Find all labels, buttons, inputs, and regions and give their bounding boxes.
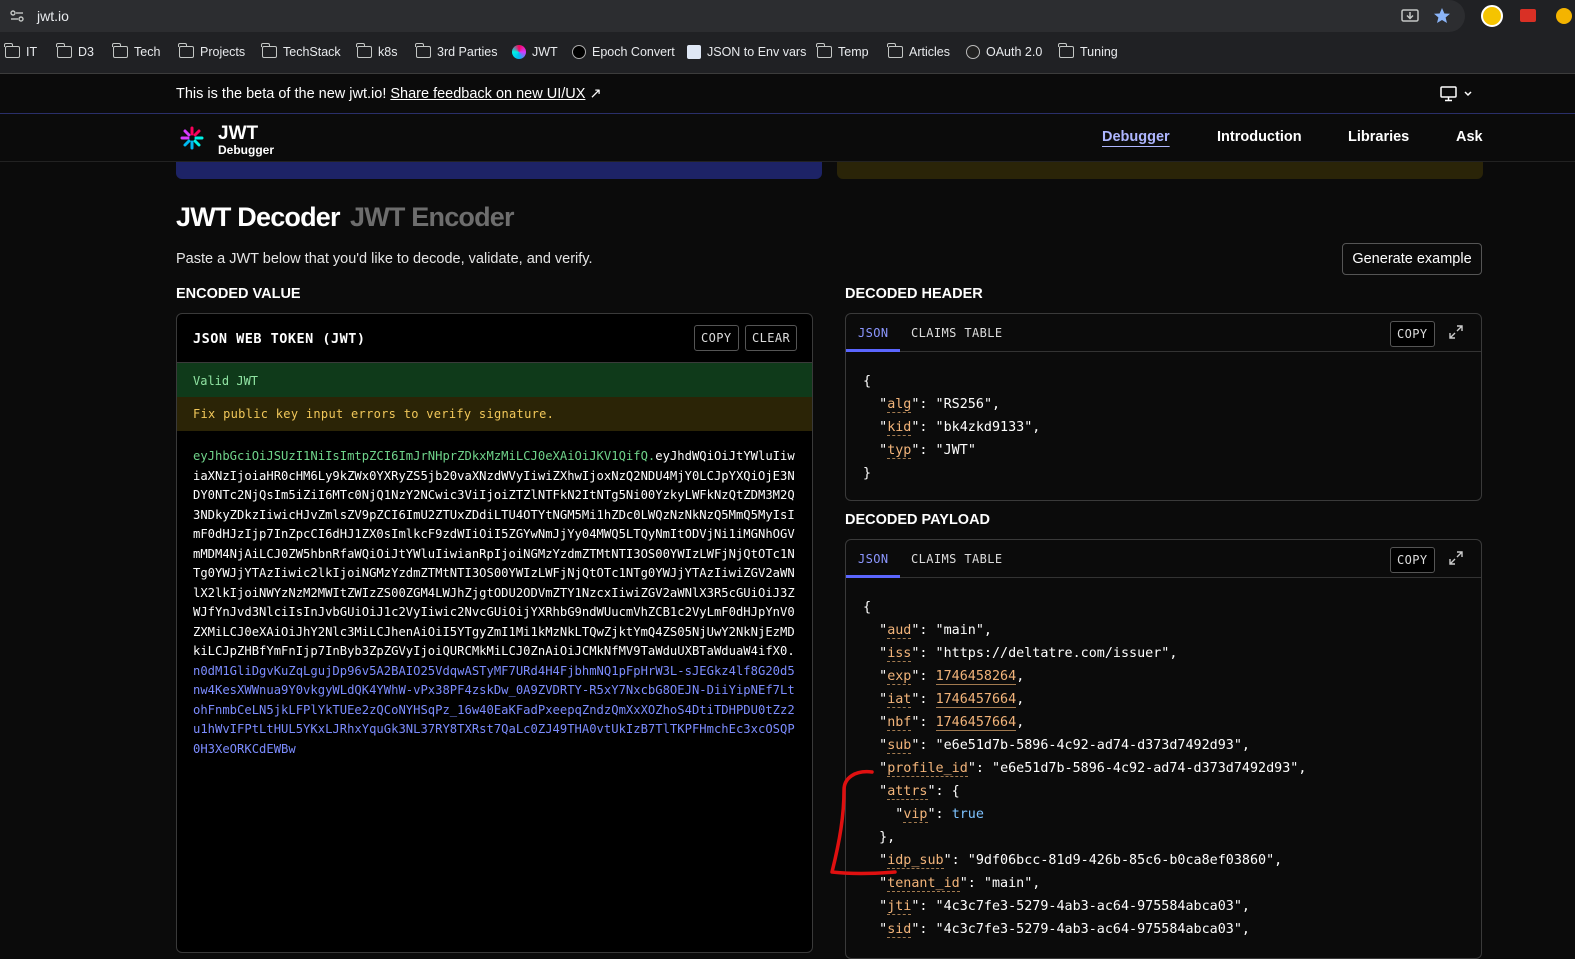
external-link-icon: ↗ bbox=[585, 86, 602, 102]
info-card-left bbox=[176, 162, 822, 179]
header-tab-claims[interactable]: CLAIMS TABLE bbox=[911, 326, 1003, 340]
url-text: jwt.io bbox=[37, 8, 69, 24]
active-tab-underline bbox=[846, 575, 900, 578]
decoded-header-panel: JSON CLAIMS TABLE COPY { "alg": "RS256",… bbox=[845, 313, 1482, 501]
valid-jwt-status: Valid JWT bbox=[177, 362, 812, 397]
folder-icon bbox=[4, 43, 20, 58]
epoch-favicon-icon bbox=[572, 45, 586, 59]
decoder-tab-title[interactable]: JWT Decoder bbox=[176, 202, 341, 233]
nav-debugger[interactable]: Debugger bbox=[1102, 129, 1170, 145]
decoded-header-label: DECODED HEADER bbox=[845, 286, 983, 302]
decoded-payload-panel: JSON CLAIMS TABLE COPY { "aud": "main", … bbox=[845, 539, 1482, 959]
encoded-panel: JSON WEB TOKEN (JWT) COPY CLEAR Valid JW… bbox=[176, 313, 813, 953]
folder-icon bbox=[415, 43, 431, 58]
bookmarks-bar: IT D3 Tech Projects TechStack k8s 3rd Pa… bbox=[0, 34, 1575, 74]
header-tab-json[interactable]: JSON bbox=[858, 326, 889, 340]
extension-icon[interactable] bbox=[1520, 9, 1536, 22]
folder-icon bbox=[356, 43, 372, 58]
folder-icon bbox=[816, 43, 832, 58]
profile-avatar[interactable] bbox=[1481, 5, 1503, 27]
folder-icon bbox=[178, 43, 194, 58]
decoded-header-json: { "alg": "RS256", "kid": "bk4zkd9133", "… bbox=[863, 374, 1041, 481]
bookmark-d3[interactable]: D3 bbox=[56, 43, 94, 59]
bookmark-projects[interactable]: Projects bbox=[178, 43, 245, 59]
copy-payload-button[interactable]: COPY bbox=[1390, 547, 1435, 573]
signature-warning: Fix public key input errors to verify si… bbox=[177, 397, 812, 431]
beta-banner: This is the beta of the new jwt.io! Share… bbox=[0, 74, 1575, 114]
payload-tab-claims[interactable]: CLAIMS TABLE bbox=[911, 552, 1003, 566]
info-card-right bbox=[837, 162, 1483, 179]
jwt-favicon-icon bbox=[512, 45, 526, 59]
jwt-token-input[interactable]: eyJhbGciOiJSUzI1NiIsImtpZCI6ImJrNHprZDkx… bbox=[193, 447, 798, 759]
token-header-part: eyJhbGciOiJSUzI1NiIsImtpZCI6ImJrNHprZDkx… bbox=[193, 449, 656, 463]
jwt-logo-icon[interactable] bbox=[180, 126, 204, 150]
browser-toolbar: jwt.io bbox=[0, 0, 1575, 34]
bookmark-oauth[interactable]: OAuth 2.0 bbox=[966, 45, 1042, 59]
clear-jwt-button[interactable]: CLEAR bbox=[745, 325, 798, 351]
address-bar[interactable]: jwt.io bbox=[0, 0, 1465, 32]
folder-icon bbox=[261, 43, 277, 58]
site-header: JWT Debugger Debugger Introduction Libra… bbox=[0, 114, 1575, 162]
bookmark-3rd-parties[interactable]: 3rd Parties bbox=[415, 43, 497, 59]
bookmark-tuning[interactable]: Tuning bbox=[1058, 43, 1118, 59]
folder-icon bbox=[56, 43, 72, 58]
token-payload-part: eyJhdWQiOiJtYWluIiwiaXNzIjoiaHR0cHM6Ly9k… bbox=[193, 449, 795, 658]
header-tabbar: JSON CLAIMS TABLE COPY bbox=[846, 314, 1481, 352]
feedback-link[interactable]: Share feedback on new UI/UX bbox=[390, 86, 585, 102]
page-subtitle: Paste a JWT below that you'd like to dec… bbox=[176, 251, 593, 267]
copy-header-button[interactable]: COPY bbox=[1390, 321, 1435, 347]
install-app-icon[interactable] bbox=[1400, 6, 1420, 26]
site-settings-icon[interactable] bbox=[10, 9, 24, 23]
generate-example-button[interactable]: Generate example bbox=[1342, 243, 1482, 275]
encoded-section-label: ENCODED VALUE bbox=[176, 286, 301, 302]
bookmark-epoch-convert[interactable]: Epoch Convert bbox=[572, 45, 675, 59]
bookmark-temp[interactable]: Temp bbox=[816, 43, 869, 59]
banner-text: This is the beta of the new jwt.io! bbox=[176, 86, 387, 102]
bookmark-tech[interactable]: Tech bbox=[112, 43, 160, 59]
bookmark-json-to-env[interactable]: JSON to Env vars bbox=[687, 45, 806, 59]
copy-jwt-button[interactable]: COPY bbox=[694, 325, 739, 351]
decoded-payload-label: DECODED PAYLOAD bbox=[845, 512, 991, 528]
folder-icon bbox=[887, 43, 903, 58]
nav-introduction[interactable]: Introduction bbox=[1217, 129, 1302, 145]
doc-favicon-icon bbox=[687, 45, 701, 59]
decoded-payload-json: { "aud": "main", "iss": "https://deltatr… bbox=[863, 600, 1307, 938]
display-mode-icon[interactable] bbox=[1440, 86, 1474, 102]
oauth-favicon-icon bbox=[966, 45, 980, 59]
active-tab-underline bbox=[846, 349, 900, 352]
logo-title: JWT bbox=[218, 123, 259, 144]
logo-subtitle: Debugger bbox=[218, 143, 275, 157]
encoder-tab-title[interactable]: JWT Encoder bbox=[350, 202, 515, 233]
token-signature-part: n0dM1GliDgvKuZqLgujDp96v5A2BAIO25VdqwAST… bbox=[193, 663, 795, 756]
payload-tabbar: JSON CLAIMS TABLE COPY bbox=[846, 540, 1481, 578]
red-annotation-mark bbox=[830, 769, 897, 876]
nav-ask[interactable]: Ask bbox=[1456, 129, 1483, 145]
bookmark-star-icon[interactable] bbox=[1432, 6, 1452, 26]
bookmark-k8s[interactable]: k8s bbox=[356, 43, 397, 59]
folder-icon bbox=[1058, 43, 1074, 58]
nav-libraries[interactable]: Libraries bbox=[1348, 129, 1409, 145]
jwt-panel-title: JSON WEB TOKEN (JWT) bbox=[193, 331, 366, 347]
bookmark-it[interactable]: IT bbox=[4, 43, 37, 59]
expand-icon[interactable] bbox=[1449, 551, 1463, 565]
bookmark-techstack[interactable]: TechStack bbox=[261, 43, 341, 59]
payload-tab-json[interactable]: JSON bbox=[858, 552, 889, 566]
folder-icon bbox=[112, 43, 128, 58]
extension-icon-2[interactable] bbox=[1556, 8, 1572, 24]
bookmark-jwt[interactable]: JWT bbox=[512, 45, 558, 59]
bookmark-articles[interactable]: Articles bbox=[887, 43, 950, 59]
expand-icon[interactable] bbox=[1449, 325, 1463, 339]
